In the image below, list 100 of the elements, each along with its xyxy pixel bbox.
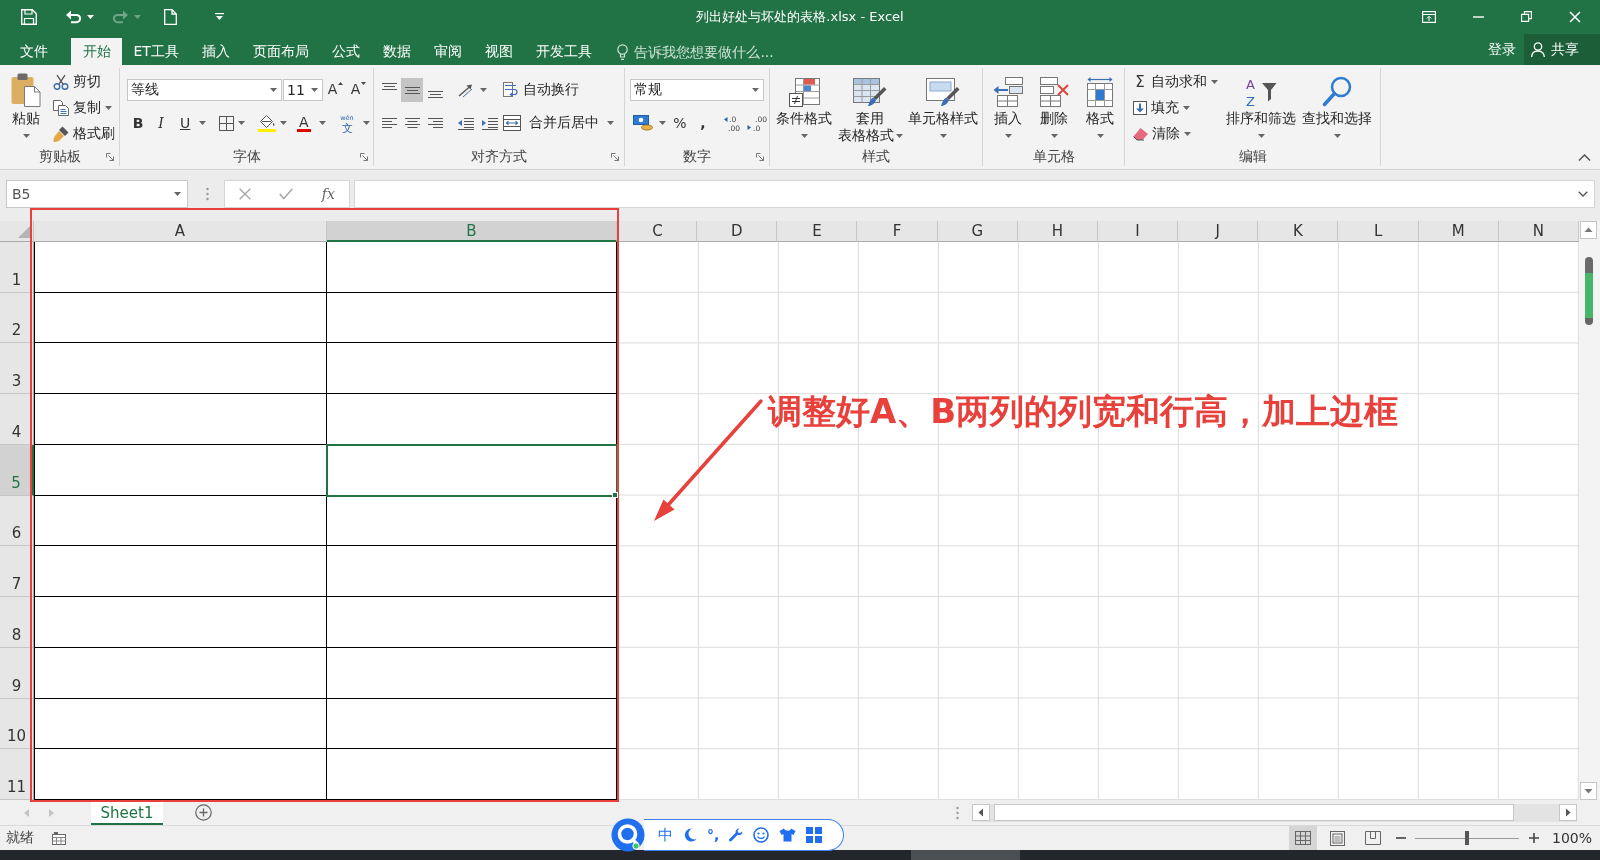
shirt-icon[interactable] [779,828,797,842]
font-name-dropdown[interactable]: 等线 [127,79,282,101]
column-header[interactable]: K [1258,221,1339,242]
punctuation-toggle[interactable]: °, [707,827,720,843]
format-cells-button[interactable]: 格式 [1082,68,1118,147]
dialog-launcher-icon[interactable] [106,152,114,161]
cell-styles-button[interactable]: 单元格样式 [906,68,980,147]
column-header[interactable]: L [1338,221,1419,242]
close-icon[interactable] [1569,10,1581,23]
percent-style-button[interactable]: % [672,111,688,135]
undo-button[interactable] [66,9,94,24]
table-cell[interactable] [327,749,617,800]
table-cell[interactable] [34,444,327,496]
table-cell[interactable] [327,597,617,648]
autosum-button[interactable]: Σ 自动求和 [1131,70,1223,94]
wrench-icon[interactable] [729,828,744,842]
table-cell[interactable] [34,647,327,699]
macro-recording-icon[interactable] [52,831,66,845]
customize-toolbar-button[interactable] [215,13,224,20]
italic-button[interactable]: I [151,111,171,135]
paste-button[interactable]: 粘贴 [4,68,48,147]
table-cell[interactable] [34,546,327,598]
sign-in-link[interactable]: 登录 [1488,34,1516,65]
table-cell[interactable] [34,292,327,344]
row-header[interactable]: 1 [0,242,34,293]
dialog-launcher-icon[interactable] [360,152,368,161]
minimize-icon[interactable] [1473,15,1484,18]
column-header[interactable]: E [777,221,858,242]
bold-button[interactable]: B [128,111,148,135]
collapse-ribbon-icon[interactable] [1578,154,1591,162]
empty-cells-grid[interactable] [619,242,1579,800]
tell-me-field[interactable]: 告诉我您想要做什么... [634,43,795,60]
insert-function-button[interactable]: fx [321,186,335,202]
moon-icon[interactable] [683,828,697,842]
column-header[interactable]: D [697,221,778,242]
delete-cells-button[interactable]: 删除 [1036,68,1072,147]
select-all-button[interactable] [0,221,34,242]
four-squares-icon[interactable] [806,827,823,843]
dialog-launcher-icon[interactable] [611,152,619,161]
scrollbar-thumb[interactable] [994,804,1514,821]
column-header[interactable]: J [1178,221,1259,242]
selected-cell[interactable] [327,444,617,496]
cut-button[interactable]: 剪切 [51,70,117,94]
input-method-logo-icon[interactable] [611,818,645,852]
table-cell[interactable] [34,394,327,445]
table-cell[interactable] [327,292,617,344]
dialog-launcher-icon[interactable] [756,152,764,161]
save-button[interactable] [21,8,37,25]
column-header[interactable]: I [1098,221,1179,242]
row-header[interactable]: 10 [0,698,34,750]
merge-center-button[interactable]: 合并后居中 [501,111,616,135]
restore-icon[interactable] [1521,11,1532,22]
vertical-scrollbar[interactable] [1579,221,1600,800]
table-cell[interactable] [327,647,617,699]
slider-thumb[interactable] [1464,831,1469,845]
find-select-button[interactable]: 查找和选择 [1299,68,1375,147]
number-format-dropdown[interactable]: 常规 [630,79,764,101]
table-cell[interactable] [34,495,327,547]
font-color-button[interactable]: A [293,111,328,135]
align-middle-button[interactable] [401,78,423,102]
column-header[interactable]: N [1498,221,1579,242]
share-button[interactable]: 共享 [1524,34,1600,65]
ribbon-tab[interactable]: 开发工具 [524,38,604,65]
ribbon-tab[interactable]: 数据 [371,38,423,65]
decrease-font-size-button[interactable]: A [349,78,368,102]
table-cell[interactable] [34,242,327,293]
column-header[interactable]: G [937,221,1018,242]
insert-cells-button[interactable]: 插入 [990,68,1026,147]
underline-button[interactable]: U [174,111,206,135]
column-header[interactable]: A [34,221,327,242]
comma-style-button[interactable]: , [695,111,711,135]
ribbon-display-options-icon[interactable] [1422,10,1436,23]
format-painter-button[interactable]: 格式刷 [51,122,117,146]
row-header[interactable]: 8 [0,597,34,648]
column-header[interactable]: B [327,221,617,242]
table-cell[interactable] [327,495,617,547]
row-header[interactable]: 3 [0,343,34,395]
add-sheet-icon[interactable] [195,804,212,821]
column-header[interactable]: F [857,221,938,242]
table-cell[interactable] [34,343,327,395]
table-cell[interactable] [327,242,617,293]
ribbon-tab[interactable]: 视图 [473,38,525,65]
ribbon-tab[interactable]: 文件 [8,38,59,65]
normal-view-button[interactable] [1288,826,1317,850]
row-header[interactable]: 7 [0,546,34,598]
row-header[interactable]: 9 [0,647,34,699]
row-header[interactable]: 5 [0,444,34,496]
increase-font-size-button[interactable]: A [326,78,345,102]
table-cell[interactable] [327,546,617,598]
font-size-dropdown[interactable]: 11 [283,79,323,101]
sheet-tab[interactable]: Sheet1 [91,802,163,825]
table-cell[interactable] [34,597,327,648]
sort-filter-button[interactable]: A Z 排序和筛选 [1223,68,1299,147]
column-header[interactable]: M [1418,221,1499,242]
scrollbar-thumb[interactable] [1585,257,1593,325]
table-cell[interactable] [327,343,617,395]
format-as-table-button[interactable]: 套用 表格格式 [834,68,906,147]
ribbon-tab[interactable]: 开始 [71,38,122,65]
ribbon-tab[interactable]: ET工具 [122,38,191,65]
resize-handle-icon[interactable] [956,805,959,820]
